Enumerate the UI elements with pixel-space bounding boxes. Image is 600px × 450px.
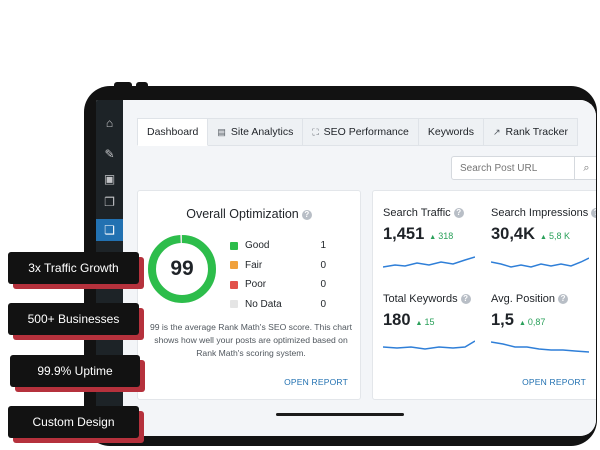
help-icon[interactable]: ?	[591, 208, 596, 218]
help-icon[interactable]: ?	[453, 208, 464, 218]
metric-label: Total Keywords	[383, 293, 458, 305]
posts-icon[interactable]: ❏	[96, 219, 123, 241]
tab-seo-performance[interactable]: ⛶ SEO Performance	[303, 118, 419, 146]
legend-item-poor: Poor 0	[230, 275, 326, 295]
legend-swatch	[230, 280, 238, 289]
metric-value: 30,4K	[491, 225, 536, 243]
metric-change: 0,87	[527, 317, 546, 327]
home-indicator	[276, 413, 404, 416]
badge-businesses: 500+ Businesses	[8, 303, 144, 340]
badge-label: 500+ Businesses	[8, 303, 139, 335]
badge-uptime: 99.9% Uptime	[10, 355, 145, 392]
up-arrow-icon: ▲	[518, 320, 526, 327]
media-icon[interactable]: ▣	[96, 170, 123, 188]
metric-label: Search Impressions	[491, 207, 589, 219]
metrics-card: Search Traffic? 1,451 ▲ 318 Search Impres…	[372, 190, 596, 400]
legend-label: No Data	[245, 298, 282, 310]
scan-icon: ⛶	[312, 126, 319, 137]
trend-icon: ↗	[492, 126, 501, 137]
badge-custom-design: Custom Design	[8, 406, 144, 443]
tab-label: Rank Tracker	[505, 126, 568, 138]
tab-rank-tracker[interactable]: ↗ Rank Tracker	[483, 118, 578, 146]
legend-count: 1	[320, 240, 326, 252]
up-arrow-icon: ▲	[429, 234, 437, 241]
metric-search-impressions: Search Impressions? 30,4K ▲5,8 K	[491, 207, 596, 287]
help-icon[interactable]: ?	[460, 294, 471, 304]
tab-label: SEO Performance	[323, 126, 409, 138]
metric-avg-position: Avg. Position? 1,5 ▲ 0,87	[491, 293, 596, 373]
badge-label: Custom Design	[8, 406, 139, 438]
legend-item-fair: Fair 0	[230, 256, 326, 276]
dashboard-content: Dashboard ▤ Site Analytics ⛶ SEO Perform…	[123, 100, 596, 436]
tab-bar: Dashboard ▤ Site Analytics ⛶ SEO Perform…	[137, 118, 578, 146]
tablet-screen: ⌂ ✎ ▣ ❐ ❏ Dashboard ▤ Site Analytics ⛶ S…	[96, 100, 596, 436]
legend-label: Poor	[245, 279, 267, 291]
search-icon: ⌕	[583, 161, 590, 174]
metric-change: 5,8 K	[548, 231, 570, 241]
up-arrow-icon: ▲	[540, 234, 547, 241]
badge-traffic-growth: 3x Traffic Growth	[8, 252, 144, 289]
sparkline	[383, 340, 475, 350]
help-icon[interactable]: ?	[301, 210, 312, 220]
tab-label: Dashboard	[147, 126, 199, 138]
calendar-icon: ▤	[217, 126, 226, 137]
metric-change: 318	[438, 231, 454, 241]
optimization-card: Overall Optimization? 99 Good 1 Fair 0 P…	[137, 190, 361, 400]
tab-label: Site Analytics	[230, 126, 294, 138]
legend-item-good: Good 1	[230, 236, 326, 256]
open-report-link[interactable]: OPEN REPORT	[284, 377, 348, 387]
sparkline	[383, 256, 475, 268]
metric-value: 180	[383, 311, 411, 329]
optimization-title-row: Overall Optimization?	[138, 207, 360, 221]
legend-label: Fair	[245, 259, 263, 271]
optimization-title: Overall Optimization	[186, 207, 299, 221]
metric-label: Avg. Position	[491, 293, 556, 305]
legend-count: 0	[320, 279, 326, 291]
legend-swatch	[230, 241, 238, 250]
metric-total-keywords: Total Keywords? 180 ▲ 15	[383, 293, 488, 373]
legend-count: 0	[320, 298, 326, 310]
optimization-description: 99 is the average Rank Math's SEO score.…	[149, 322, 353, 358]
score-legend: Good 1 Fair 0 Poor 0 No Data 0	[230, 236, 326, 314]
metric-value: 1,451	[383, 225, 425, 243]
badge-label: 3x Traffic Growth	[8, 252, 139, 284]
tab-label: Keywords	[427, 126, 474, 138]
search-input[interactable]	[452, 157, 574, 179]
search-box: ⌕	[451, 156, 596, 180]
tab-dashboard[interactable]: Dashboard	[137, 118, 209, 146]
legend-swatch	[230, 261, 238, 270]
legend-label: Good	[245, 240, 270, 252]
home-icon[interactable]: ⌂	[96, 114, 123, 132]
tab-site-analytics[interactable]: ▤ Site Analytics	[208, 118, 304, 146]
pages-icon[interactable]: ❐	[96, 193, 123, 211]
metric-change: 15	[424, 317, 435, 327]
legend-swatch	[230, 300, 238, 309]
badge-label: 99.9% Uptime	[10, 355, 140, 387]
metric-search-traffic: Search Traffic? 1,451 ▲ 318	[383, 207, 488, 287]
tab-keywords[interactable]: Keywords	[418, 118, 484, 146]
up-arrow-icon: ▲	[415, 320, 423, 327]
legend-item-no-data: No Data 0	[230, 295, 326, 315]
search-button[interactable]: ⌕	[574, 157, 596, 179]
score-value: 99	[170, 257, 194, 280]
metric-label: Search Traffic	[383, 207, 451, 219]
sparkline	[491, 341, 589, 353]
open-report-link[interactable]: OPEN REPORT	[522, 377, 586, 387]
help-icon[interactable]: ?	[558, 294, 569, 304]
pin-icon[interactable]: ✎	[96, 145, 123, 163]
metric-value: 1,5	[491, 311, 514, 329]
sparkline	[491, 257, 589, 268]
legend-count: 0	[320, 259, 326, 271]
